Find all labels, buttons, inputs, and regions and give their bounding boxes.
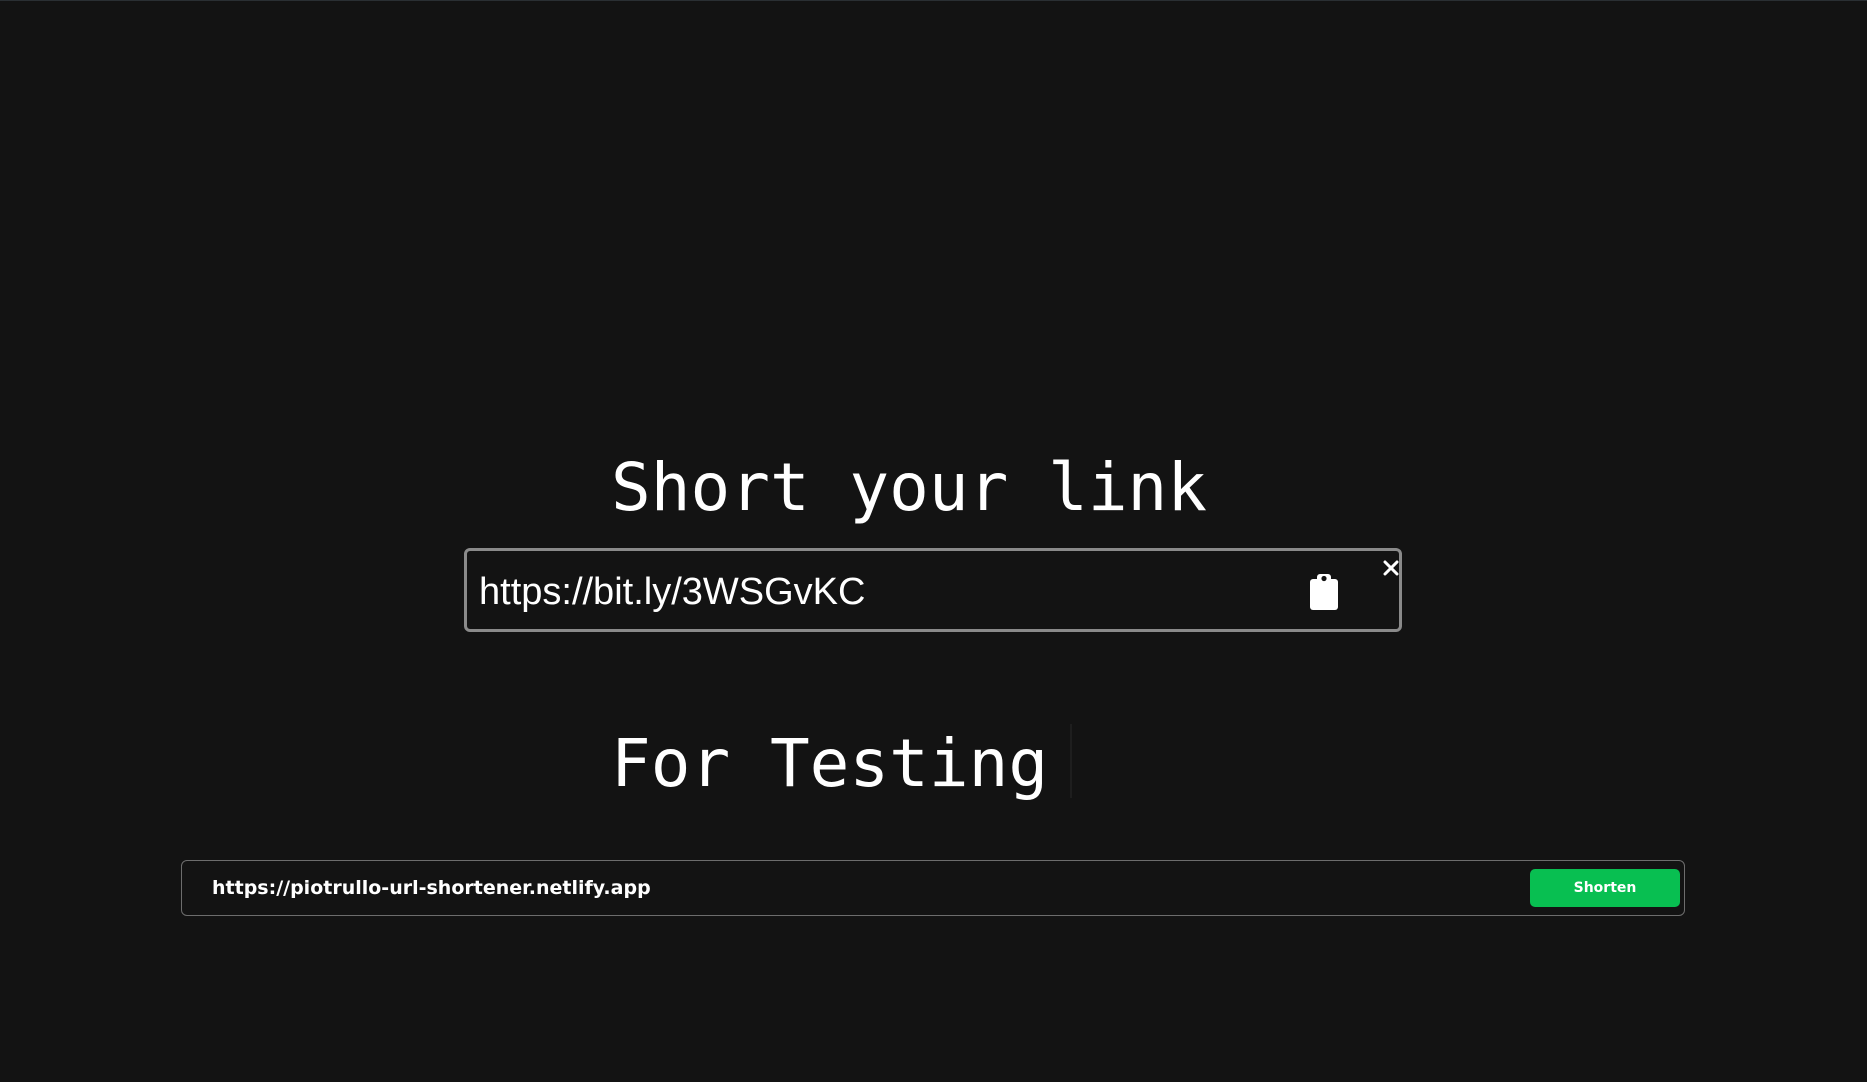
short-url-text: https://bit.ly/3WSGvKC: [479, 571, 866, 613]
close-icon[interactable]: [1380, 557, 1402, 579]
short-url-result-box: https://bit.ly/3WSGvKC: [464, 548, 1402, 632]
headline-line-2: For Testing: [611, 718, 1207, 810]
headline-line-1: Short your link: [611, 449, 1208, 526]
typing-cursor: [1070, 724, 1073, 798]
top-divider: [0, 0, 1867, 1]
headline-typed-text: For Testing: [611, 725, 1049, 802]
url-input[interactable]: [194, 867, 1494, 909]
shorten-form: Shorten: [181, 860, 1685, 916]
clipboard-icon[interactable]: [1306, 571, 1342, 611]
shorten-button[interactable]: Shorten: [1530, 869, 1680, 907]
